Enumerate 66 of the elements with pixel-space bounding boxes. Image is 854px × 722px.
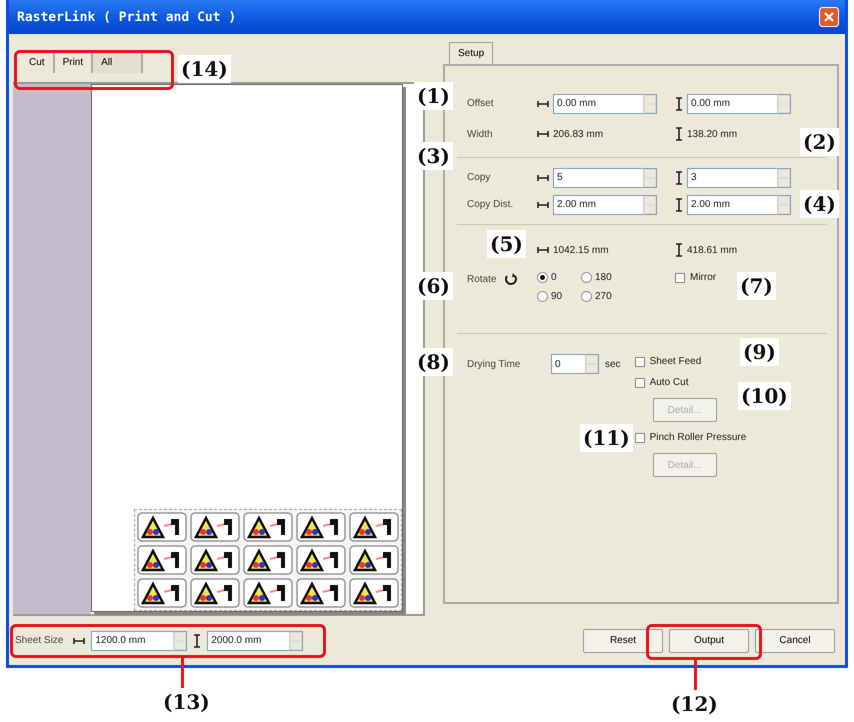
leader-line: [181, 658, 184, 688]
unit-label: sec: [605, 358, 621, 370]
sticker-thumbnail: [137, 512, 187, 542]
field-label: Drying Time: [467, 358, 522, 370]
vertical-arrow-icon: [675, 127, 683, 141]
vertical-arrow-icon: [675, 170, 683, 184]
dialog-button[interactable]: Cancel: [755, 628, 835, 652]
callout-label: (1): [414, 82, 453, 110]
sticker-thumbnail: [349, 512, 399, 542]
rotation-radio[interactable]: 180: [581, 272, 625, 283]
callout-label: (14): [178, 55, 231, 83]
option-checkbox[interactable]: Pinch Roller Pressure: [634, 432, 746, 443]
total-width-value: 1042.15 mm: [553, 244, 609, 256]
field-label: Width: [467, 128, 494, 140]
total-height-value: 418.61 mm: [687, 244, 738, 256]
rotation-radio[interactable]: 0: [537, 272, 581, 283]
sticker-thumbnail: [190, 545, 240, 575]
option-checkbox[interactable]: Auto Cut: [634, 377, 688, 388]
sticker-thumbnail: [190, 512, 240, 542]
horizontal-arrow-icon: [537, 200, 549, 208]
sticker-thumbnail: [296, 545, 346, 575]
horizontal-arrow-icon: [537, 174, 549, 182]
sticker-thumbnail: [137, 578, 187, 608]
callout-label: (4): [800, 190, 839, 218]
window-title: RasterLink ( Print and Cut ): [17, 10, 236, 24]
sticker-thumbnail: [349, 578, 399, 608]
field-label: Copy: [467, 172, 492, 183]
sticker-thumbnail: [243, 578, 293, 608]
callout-label: (9): [740, 338, 779, 366]
callout-label: (5): [487, 230, 526, 258]
horizontal-arrow-icon: [537, 130, 549, 138]
rotate-icon: [504, 272, 518, 286]
sticker-thumbnail: [296, 578, 346, 608]
horizontal-arrow-icon: [537, 246, 549, 254]
field-label: Rotate: [467, 274, 496, 284]
height-value: 138.20 mm: [687, 128, 738, 140]
dialog-button[interactable]: Output: [669, 628, 749, 652]
callout-label: (7): [737, 272, 776, 300]
view-tab[interactable]: All: [93, 51, 144, 73]
field-label: Offset: [467, 98, 494, 109]
callout-label: (10): [738, 382, 791, 410]
sticker-thumbnail: [190, 578, 240, 608]
dialog-button[interactable]: Reset: [583, 628, 663, 652]
field-label: Sheet Size: [15, 635, 64, 646]
horizontal-arrow-icon: [537, 100, 549, 108]
vertical-arrow-icon: [675, 96, 683, 110]
callout-label: (2): [800, 128, 839, 156]
vertical-arrow-icon: [675, 243, 683, 257]
vertical-arrow-icon: [193, 634, 202, 648]
option-checkbox[interactable]: Sheet Feed: [634, 356, 702, 367]
callout-label: (11): [580, 424, 633, 452]
horizontal-arrow-icon: [73, 636, 86, 644]
field-label: Copy Dist.: [467, 199, 514, 210]
sticker-thumbnail: [349, 545, 399, 575]
sticker-thumbnail: [243, 512, 293, 542]
vertical-arrow-icon: [675, 198, 683, 212]
close-icon[interactable]: [819, 7, 839, 27]
sticker-thumbnail: [243, 545, 293, 575]
sticker-thumbnail: [296, 512, 346, 542]
rotation-radio[interactable]: 270: [581, 291, 625, 302]
rotation-radio[interactable]: 90: [537, 291, 581, 302]
mirror-checkbox[interactable]: Mirror: [675, 269, 716, 283]
setup-tab[interactable]: Setup: [449, 42, 494, 64]
sticker-thumbnail: [137, 545, 187, 575]
width-value: 206.83 mm: [553, 128, 604, 140]
leader-line: [694, 660, 697, 690]
